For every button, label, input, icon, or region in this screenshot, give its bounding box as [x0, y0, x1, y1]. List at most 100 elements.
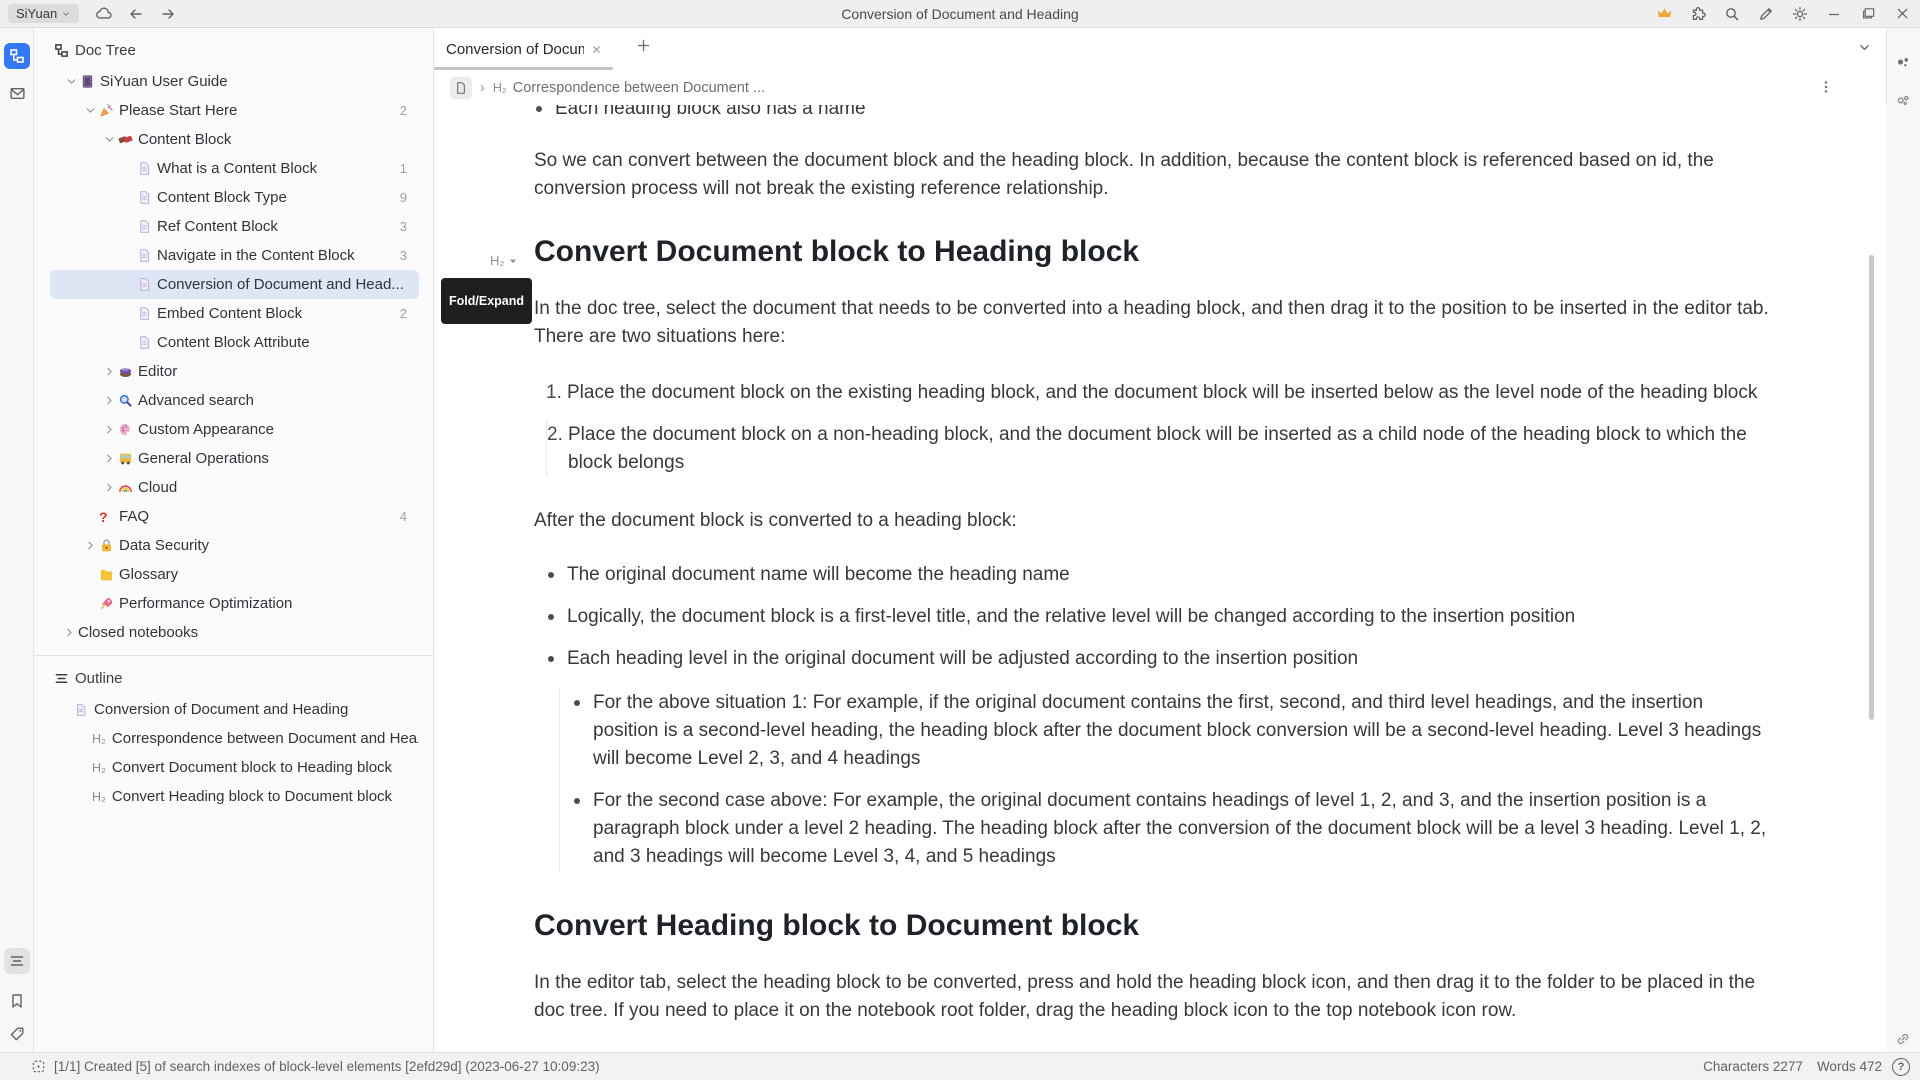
paragraph[interactable]: After the document block is converted to…: [534, 507, 1770, 535]
tab-close-icon[interactable]: [590, 43, 603, 56]
graph-dock-icon[interactable]: [1890, 50, 1916, 76]
bullet-item[interactable]: For the above situation 1: For example, …: [560, 689, 1770, 773]
global-graph-dock-icon[interactable]: [1890, 88, 1916, 114]
tree-item-label: Content Block Type: [157, 189, 287, 206]
doc-tree-dock-button[interactable]: [4, 43, 30, 69]
theme-sun-icon[interactable]: [1788, 3, 1812, 25]
file-icon: [137, 248, 157, 263]
bullet-item[interactable]: Logically, the document block is a first…: [546, 603, 1770, 631]
outline-h2-item[interactable]: H₂ Convert Heading block to Document blo…: [50, 782, 419, 811]
chevron-down-icon[interactable]: [100, 133, 118, 146]
ordered-item[interactable]: 1. Place the document block on the exist…: [546, 379, 1770, 407]
outline-header[interactable]: Outline: [34, 656, 433, 695]
chevron-right-icon[interactable]: [100, 423, 118, 436]
tree-item[interactable]: Editor: [50, 357, 419, 386]
global-search-icon[interactable]: [1720, 3, 1744, 25]
tree-item-notebook[interactable]: SiYuan User Guide: [50, 67, 419, 96]
chevron-right-icon[interactable]: [100, 365, 118, 378]
tree-item[interactable]: Performance Optimization: [50, 589, 419, 618]
tree-item[interactable]: What is a Content Block 1: [50, 154, 419, 183]
tab-list-chevron-icon[interactable]: [1857, 40, 1872, 55]
sync-cloud-icon[interactable]: [95, 5, 112, 22]
tree-item[interactable]: Content Block Type 9: [50, 183, 419, 212]
app-menu-button[interactable]: SiYuan: [8, 4, 79, 23]
file-icon: [137, 161, 157, 176]
editor-area[interactable]: Each heading block also has a name So we…: [434, 105, 1887, 1053]
chevron-right-icon[interactable]: [100, 481, 118, 494]
tree-item[interactable]: Cloud: [50, 473, 419, 502]
help-icon[interactable]: ?: [1892, 1058, 1910, 1076]
outline-h2-item[interactable]: H₂ Correspondence between Document and H…: [50, 724, 419, 753]
outline-h2-item[interactable]: H₂ Convert Document block to Heading blo…: [50, 753, 419, 782]
close-button[interactable]: [1890, 3, 1914, 25]
tree-item[interactable]: Data Security: [50, 531, 419, 560]
tag-dock-icon[interactable]: [4, 1021, 30, 1047]
tree-item-count: 2: [400, 103, 419, 118]
bullet-item[interactable]: For the second case above: For example, …: [560, 787, 1770, 871]
right-dock: [1886, 28, 1920, 1053]
doc-tree-header[interactable]: Doc Tree: [34, 28, 433, 67]
heading-convert-document-to-heading[interactable]: H₂ Fold/Expand Convert Document block to…: [534, 233, 1770, 271]
tree-item[interactable]: Advanced search: [50, 386, 419, 415]
bullet-item[interactable]: Each heading level in the original docum…: [546, 645, 1770, 673]
bullet-item[interactable]: The original document name will become t…: [546, 561, 1770, 589]
minimize-button[interactable]: [1822, 3, 1846, 25]
tree-item[interactable]: ? FAQ 4: [50, 502, 419, 531]
tree-item[interactable]: Content Block: [50, 125, 419, 154]
chocolate-icon: [118, 132, 138, 147]
h2-tag: H₂: [493, 81, 507, 95]
chevron-right-icon[interactable]: [81, 539, 99, 552]
chevron-down-icon[interactable]: [81, 104, 99, 117]
tree-item[interactable]: Ref Content Block 3: [50, 212, 419, 241]
bullet-item-clipped[interactable]: Each heading block also has a name: [534, 105, 1770, 123]
chevron-right-icon[interactable]: [100, 394, 118, 407]
document-icon[interactable]: [450, 77, 472, 99]
outline-dock-button[interactable]: [4, 948, 30, 974]
tree-item-label: Glossary: [119, 566, 178, 583]
back-icon[interactable]: [128, 6, 144, 22]
backlinks-link-icon[interactable]: [1890, 1026, 1916, 1052]
chevron-right-icon[interactable]: [60, 626, 78, 639]
membership-crown-icon[interactable]: [1652, 3, 1676, 25]
characters-count: Characters 2277: [1703, 1059, 1803, 1074]
closed-notebooks-item[interactable]: Closed notebooks: [50, 618, 419, 647]
paragraph[interactable]: So we can convert between the document b…: [534, 147, 1770, 203]
doc-tree-icon: [54, 43, 69, 58]
tree-item-label: Advanced search: [138, 392, 254, 409]
tab-conversion-of-document[interactable]: Conversion of Docum: [434, 28, 613, 70]
chevron-down-icon[interactable]: [62, 75, 80, 88]
tree-item-selected[interactable]: Conversion of Document and Head...: [50, 270, 419, 299]
new-tab-plus-icon[interactable]: [636, 38, 651, 53]
tree-item[interactable]: Glossary: [50, 560, 419, 589]
tree-item[interactable]: Content Block Attribute: [50, 328, 419, 357]
more-kebab-icon[interactable]: [1818, 79, 1834, 95]
tree-item[interactable]: Navigate in the Content Block 3: [50, 241, 419, 270]
tree-item[interactable]: Embed Content Block 2: [50, 299, 419, 328]
editor-scrollbar[interactable]: [1869, 255, 1874, 720]
paragraph[interactable]: In the doc tree, select the document tha…: [534, 295, 1770, 351]
paragraph[interactable]: In the editor tab, select the heading bl…: [534, 969, 1770, 1025]
tree-item-label: Ref Content Block: [157, 218, 278, 235]
heading-gutter[interactable]: H₂: [490, 242, 519, 280]
inbox-mail-icon[interactable]: [4, 80, 30, 106]
fold-triangle-icon: [507, 255, 519, 267]
ordered-item[interactable]: 2. Place the document block on a non-hea…: [546, 421, 1770, 477]
tree-item-label: SiYuan User Guide: [100, 73, 228, 90]
tree-item[interactable]: General Operations: [50, 444, 419, 473]
chevron-right-icon[interactable]: [100, 452, 118, 465]
tree-item-label: Custom Appearance: [138, 421, 274, 438]
maximize-button[interactable]: [1856, 3, 1880, 25]
heading-convert-heading-to-document[interactable]: Convert Heading block to Document block: [534, 907, 1770, 945]
fold-expand-tooltip: Fold/Expand: [441, 278, 532, 324]
tree-item-label: FAQ: [119, 508, 149, 525]
marketplace-puzzle-icon[interactable]: [1686, 3, 1710, 25]
breadcrumb-heading[interactable]: Correspondence between Document ...: [513, 80, 765, 96]
bookmark-dock-icon[interactable]: [4, 988, 30, 1014]
edit-mode-pencil-icon[interactable]: [1754, 3, 1778, 25]
tree-item-label: Please Start Here: [119, 102, 237, 119]
outline-doc-item[interactable]: Conversion of Document and Heading: [50, 695, 419, 724]
tree-item[interactable]: Custom Appearance: [50, 415, 419, 444]
tree-item[interactable]: Please Start Here 2: [50, 96, 419, 125]
forward-icon[interactable]: [160, 6, 176, 22]
breadcrumb-separator: ›: [480, 80, 485, 96]
